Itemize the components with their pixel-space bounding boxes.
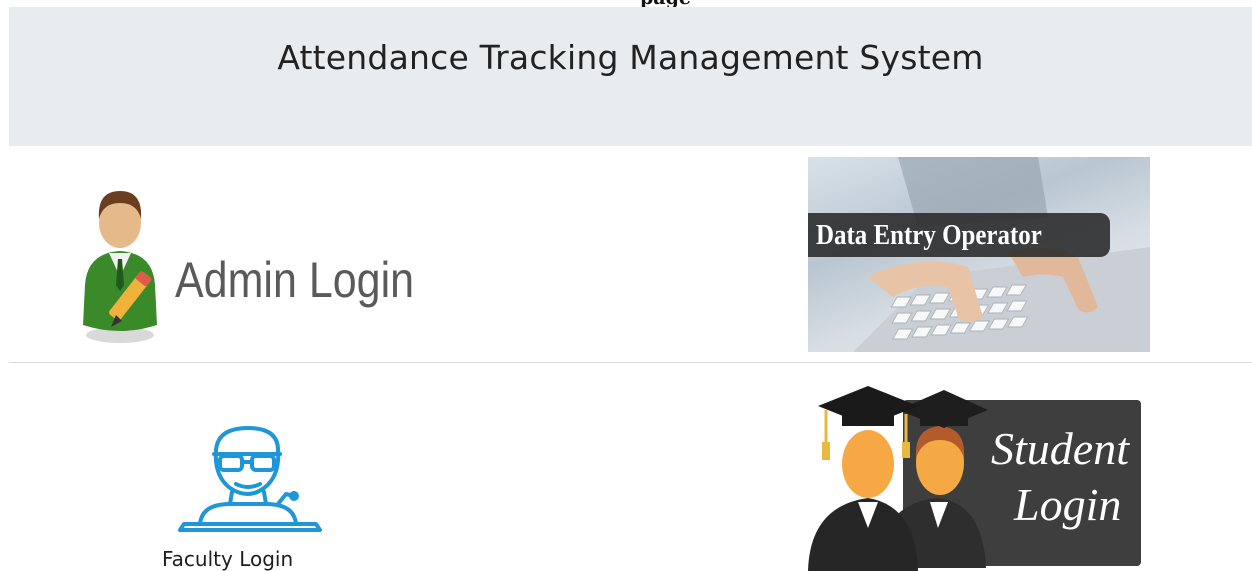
admin-user-pencil-icon xyxy=(83,191,157,343)
graduates-icon xyxy=(808,386,988,571)
student-login-tile[interactable]: Student Login xyxy=(808,378,1144,571)
admin-login-tile[interactable]: Admin Login xyxy=(75,185,425,345)
row-divider xyxy=(9,362,1252,363)
page-header: Attendance Tracking Management System xyxy=(9,7,1252,146)
student-login-label-line2: Login xyxy=(1014,479,1122,530)
top-fragment: page xyxy=(0,0,1252,7)
student-login-label-line1: Student xyxy=(991,423,1129,474)
data-entry-operator-label: Data Entry Operator xyxy=(816,219,1042,251)
faculty-login-tile[interactable]: Faculty Login xyxy=(160,420,345,571)
page-title: Attendance Tracking Management System xyxy=(277,38,984,77)
admin-login-label: Admin Login xyxy=(175,252,415,308)
data-entry-operator-tile[interactable]: Data Entry Operator xyxy=(808,157,1150,352)
teacher-podium-icon xyxy=(178,426,322,532)
faculty-login-label: Faculty Login xyxy=(162,547,294,571)
top-fragment-text: page xyxy=(640,0,691,7)
